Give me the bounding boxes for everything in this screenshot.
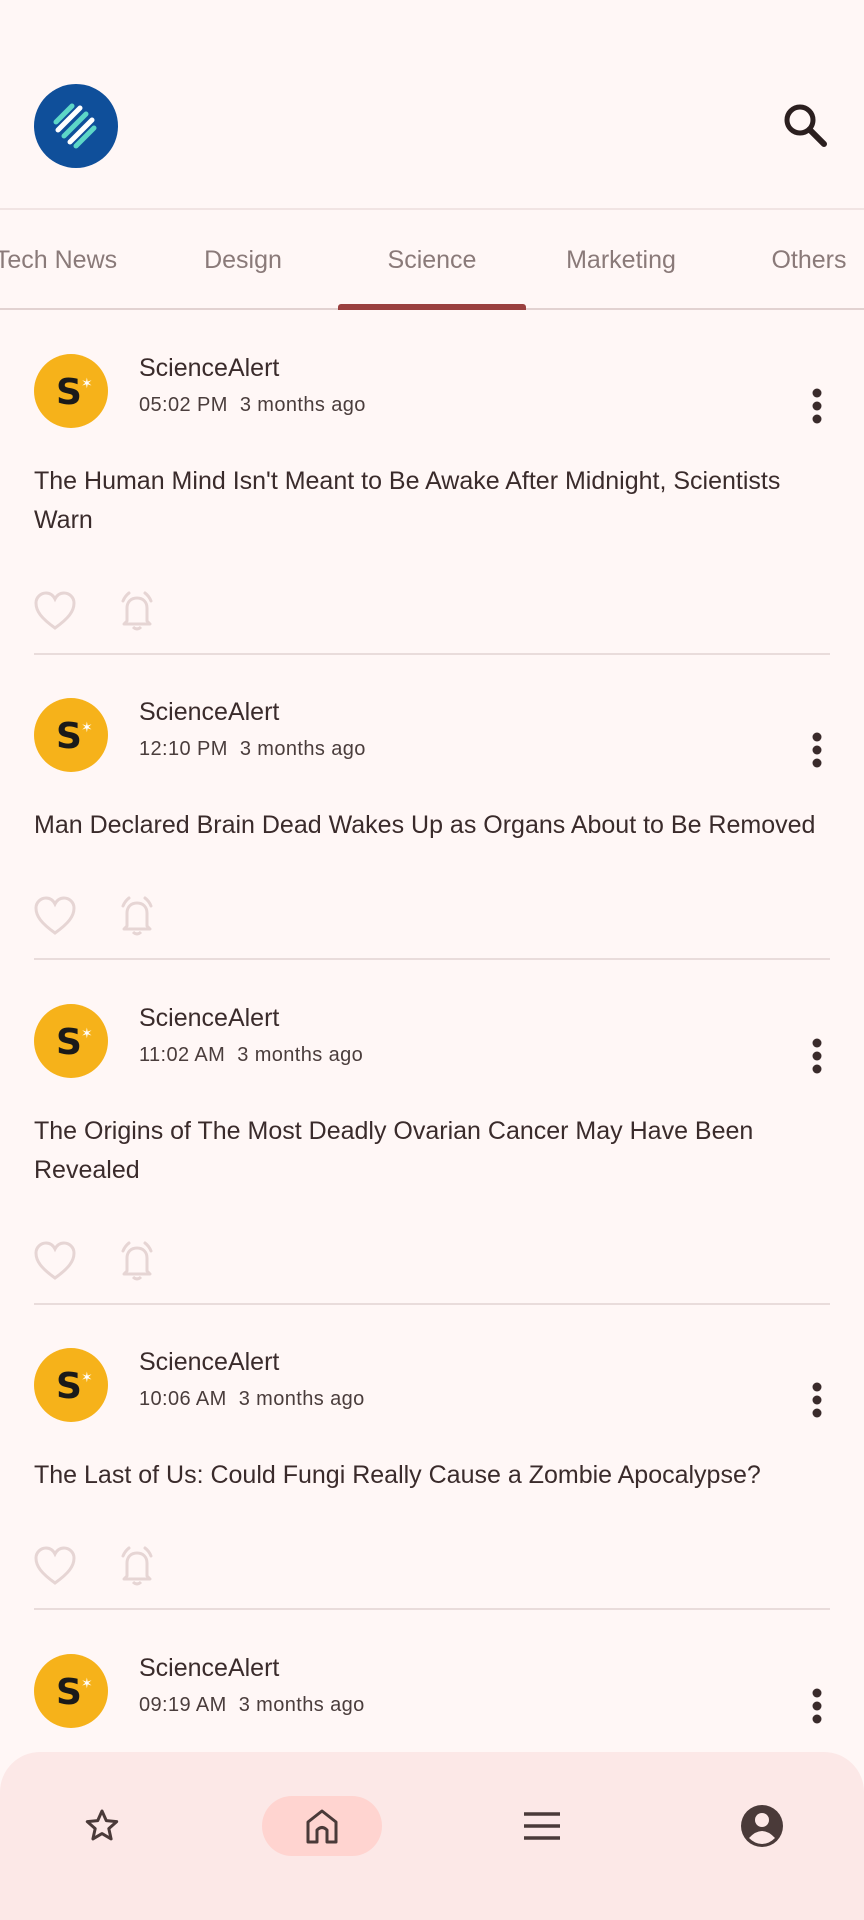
article-ago: 3 months ago	[237, 1044, 364, 1066]
article-ago: 3 months ago	[239, 394, 366, 416]
svg-text:S: S	[56, 372, 82, 413]
svg-text:S: S	[56, 716, 82, 757]
bottom-navigation-bar	[0, 1752, 864, 1920]
svg-text:S: S	[56, 1022, 82, 1063]
source-avatar: S ✶	[34, 1654, 108, 1728]
article-title[interactable]: The Last of Us: Could Fungi Really Cause…	[34, 1456, 834, 1495]
article-time: 12:10 PM	[139, 738, 228, 760]
more-options-icon[interactable]	[800, 1032, 834, 1080]
svg-text:✶: ✶	[81, 1026, 93, 1042]
article-ago: 3 months ago	[238, 1388, 365, 1410]
source-avatar: S ✶	[34, 1348, 108, 1422]
notification-bell-icon[interactable]	[114, 1238, 160, 1284]
home-icon	[306, 1809, 338, 1844]
like-heart-icon[interactable]	[32, 893, 78, 939]
article-meta: 09:19 AM 3 months ago	[139, 1694, 365, 1717]
account-icon	[741, 1805, 783, 1847]
app-root: Tech News Design Science Marketing Other…	[0, 0, 864, 1920]
article-source[interactable]: ScienceAlert	[139, 1348, 279, 1377]
svg-text:✶: ✶	[81, 1370, 93, 1386]
article-meta: 11:02 AM 3 months ago	[139, 1044, 363, 1067]
svg-text:S: S	[56, 1672, 82, 1713]
article-meta: 10:06 AM 3 months ago	[139, 1388, 365, 1411]
tab-tech-news[interactable]: Tech News	[0, 210, 151, 310]
tab-marketing[interactable]: Marketing	[526, 210, 716, 310]
article-divider	[34, 1303, 830, 1305]
article-time: 05:02 PM	[139, 394, 228, 416]
article-source[interactable]: ScienceAlert	[139, 698, 279, 727]
app-logo-icon[interactable]	[34, 84, 118, 168]
article-meta: 12:10 PM 3 months ago	[139, 738, 366, 761]
nav-home[interactable]	[262, 1796, 382, 1856]
article-source[interactable]: ScienceAlert	[139, 354, 279, 383]
more-options-icon[interactable]	[800, 382, 834, 430]
article-ago: 3 months ago	[239, 738, 366, 760]
article-divider	[34, 958, 830, 960]
active-tab-indicator	[338, 304, 526, 310]
article-ago: 3 months ago	[238, 1694, 365, 1716]
source-avatar: S ✶	[34, 1004, 108, 1078]
article-title[interactable]: The Origins of The Most Deadly Ovarian C…	[34, 1112, 834, 1190]
article-divider	[34, 1608, 830, 1610]
source-avatar: S ✶	[34, 698, 108, 772]
article-title[interactable]: The Human Mind Isn't Meant to Be Awake A…	[34, 462, 834, 540]
more-options-icon[interactable]	[800, 1682, 834, 1730]
article-source[interactable]: ScienceAlert	[139, 1004, 279, 1033]
svg-text:✶: ✶	[81, 720, 93, 736]
article-time: 11:02 AM	[139, 1044, 226, 1066]
article-divider	[34, 653, 830, 655]
svg-text:✶: ✶	[81, 376, 93, 392]
article-time: 10:06 AM	[139, 1388, 227, 1410]
source-avatar: S ✶	[34, 354, 108, 428]
like-heart-icon[interactable]	[32, 1543, 78, 1589]
svg-text:✶: ✶	[81, 1676, 93, 1692]
svg-text:S: S	[56, 1366, 82, 1407]
tab-design[interactable]: Design	[148, 210, 338, 310]
article-source[interactable]: ScienceAlert	[139, 1654, 279, 1683]
tab-science[interactable]: Science	[337, 210, 527, 310]
nav-account[interactable]	[702, 1796, 822, 1856]
search-icon[interactable]	[776, 96, 834, 154]
app-header	[0, 0, 864, 210]
article-title[interactable]: Man Declared Brain Dead Wakes Up as Orga…	[34, 806, 834, 845]
article-time: 09:19 AM	[139, 1694, 227, 1716]
notification-bell-icon[interactable]	[114, 893, 160, 939]
like-heart-icon[interactable]	[32, 1238, 78, 1284]
nav-menu[interactable]	[482, 1796, 602, 1856]
tab-others[interactable]: Others	[714, 210, 864, 310]
category-tabs: Tech News Design Science Marketing Other…	[0, 210, 864, 310]
menu-icon	[524, 1812, 560, 1840]
more-options-icon[interactable]	[800, 726, 834, 774]
notification-bell-icon[interactable]	[114, 1543, 160, 1589]
like-heart-icon[interactable]	[32, 588, 78, 634]
star-icon	[85, 1809, 119, 1841]
article-meta: 05:02 PM 3 months ago	[139, 394, 366, 417]
nav-favorites[interactable]	[42, 1796, 162, 1856]
notification-bell-icon[interactable]	[114, 588, 160, 634]
more-options-icon[interactable]	[800, 1376, 834, 1424]
